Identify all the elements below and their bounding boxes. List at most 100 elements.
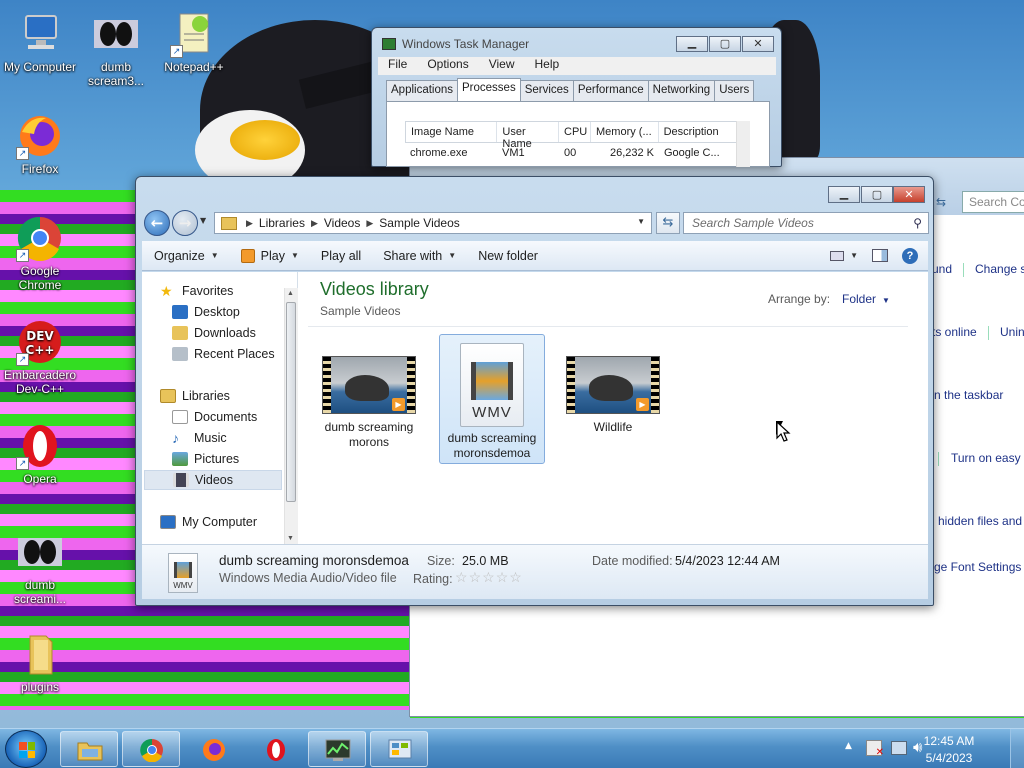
nav-recent-places[interactable]: Recent Places xyxy=(172,344,275,364)
nav-my-computer[interactable]: My Computer xyxy=(160,512,257,532)
menu-file[interactable]: File xyxy=(388,57,407,71)
column-header-description[interactable]: Description xyxy=(659,122,748,142)
refresh-button[interactable]: ⇆ xyxy=(656,212,680,234)
column-header-image-name[interactable]: Image Name xyxy=(406,122,498,142)
nav-videos[interactable]: Videos xyxy=(144,470,282,490)
tab-processes[interactable]: Processes xyxy=(457,78,521,102)
rating-star-icon[interactable]: ☆ xyxy=(509,569,522,585)
back-button[interactable]: ← xyxy=(144,210,170,236)
menu-options[interactable]: Options xyxy=(427,57,468,71)
tab-services[interactable]: Services xyxy=(519,80,574,102)
minimize-button[interactable]: ▁ xyxy=(828,186,860,203)
control-panel-link[interactable]: Change s xyxy=(975,262,1024,276)
tab-applications[interactable]: Applications xyxy=(386,80,459,102)
arrange-by-dropdown[interactable]: Folder ▼ xyxy=(842,292,890,306)
nav-documents[interactable]: Documents xyxy=(172,407,257,427)
file-item[interactable]: ▶ Wildlife xyxy=(560,334,666,464)
desktop-icon-video-shortcut-2[interactable]: dumb screami... xyxy=(0,528,80,606)
change-view-button[interactable]: ▼ xyxy=(824,250,864,261)
rating-stars[interactable]: ☆☆☆☆☆ xyxy=(455,569,523,586)
play-all-button[interactable]: Play all xyxy=(309,249,371,263)
scroll-up-icon[interactable]: ▲ xyxy=(287,290,294,297)
search-icon[interactable]: ⚲ xyxy=(913,216,922,230)
taskbar-explorer[interactable] xyxy=(60,731,118,767)
desktop-icon-devcpp[interactable]: DEV C++ ↗ Embarcadero Dev-C++ xyxy=(0,318,80,396)
control-panel-link[interactable]: ts online xyxy=(932,325,977,339)
desktop-icon-my-computer[interactable]: My Computer xyxy=(0,10,80,74)
minimize-button[interactable]: ▁ xyxy=(676,36,708,52)
new-folder-button[interactable]: New folder xyxy=(466,249,548,263)
maximize-button[interactable]: ▢ xyxy=(861,186,893,203)
show-desktop-button[interactable] xyxy=(1010,729,1024,768)
nav-music[interactable]: ♪ Music xyxy=(172,428,227,448)
task-manager-window[interactable]: Windows Task Manager ▁ ▢ ✕ File Options Vi… xyxy=(371,27,782,167)
show-hidden-icons-button[interactable]: ▲ xyxy=(845,741,852,751)
network-icon[interactable] xyxy=(891,741,907,755)
address-bar[interactable]: ▶ Libraries ▶ Videos ▶ Sample Videos ▼ xyxy=(214,212,652,234)
breadcrumb-libraries[interactable]: Libraries xyxy=(259,216,305,230)
column-header-user-name[interactable]: User Name xyxy=(497,122,560,150)
preview-pane-button[interactable] xyxy=(864,249,896,262)
organize-button[interactable]: Organize ▼ xyxy=(142,249,229,263)
maximize-button[interactable]: ▢ xyxy=(709,36,741,52)
explorer-window[interactable]: ▁ ▢ ✕ ← → ▼ ▶ Libraries ▶ Videos ▶ Sampl… xyxy=(135,176,934,606)
nav-downloads[interactable]: Downloads xyxy=(172,323,256,343)
nav-pictures[interactable]: Pictures xyxy=(172,449,239,469)
desktop-icon-video-shortcut[interactable]: dumb scream3... xyxy=(76,10,156,88)
help-button[interactable]: ? xyxy=(896,247,928,264)
menu-view[interactable]: View xyxy=(489,57,515,71)
taskbar-opera[interactable] xyxy=(246,731,304,767)
breadcrumb-videos[interactable]: Videos xyxy=(324,216,360,230)
close-button[interactable]: ✕ xyxy=(742,36,774,52)
control-panel-icon xyxy=(387,738,413,762)
table-row[interactable]: chrome.exe VM1 00 26,232 K Google C... xyxy=(405,144,749,162)
desktop-icon-google-chrome[interactable]: ↗ Google Chrome xyxy=(0,214,80,292)
search-input[interactable]: Search Sample Videos ⚲ xyxy=(683,212,929,234)
file-item-selected[interactable]: WMV dumb screaming moronsdemoa xyxy=(439,334,545,464)
nav-libraries[interactable]: Libraries xyxy=(160,386,230,406)
rating-star-icon[interactable]: ☆ xyxy=(496,569,509,585)
taskbar-task-manager[interactable] xyxy=(308,731,366,767)
column-header-cpu[interactable]: CPU xyxy=(559,122,592,142)
taskbar-firefox[interactable] xyxy=(184,731,242,767)
desktop-icon-firefox[interactable]: ↗ Firefox xyxy=(0,112,80,176)
forward-button[interactable]: → xyxy=(172,210,198,236)
close-button[interactable]: ✕ xyxy=(893,186,925,203)
desktop-icon-plugins-folder[interactable]: plugins xyxy=(0,630,80,694)
rating-star-icon[interactable]: ☆ xyxy=(469,569,482,585)
taskbar-control-panel[interactable] xyxy=(370,731,428,767)
rating-star-icon[interactable]: ☆ xyxy=(482,569,495,585)
play-button[interactable]: Play ▼ xyxy=(229,248,309,263)
file-item[interactable]: ▶ dumb screaming morons xyxy=(316,334,422,464)
start-button[interactable] xyxy=(5,730,47,768)
breadcrumb-sample-videos[interactable]: Sample Videos xyxy=(379,216,460,230)
desktop-icon-notepad-plus-plus[interactable]: ↗ Notepad++ xyxy=(154,10,234,74)
control-panel-link[interactable]: ge Font Settings xyxy=(934,560,1021,574)
tab-users[interactable]: Users xyxy=(714,80,755,102)
rating-star-icon[interactable]: ☆ xyxy=(455,569,468,585)
action-center-flag-icon[interactable]: ✕ xyxy=(866,740,884,758)
refresh-icon[interactable]: ⇆ xyxy=(936,195,952,211)
desktop-icon-label: Opera xyxy=(23,472,57,486)
control-panel-link[interactable]: hidden files and xyxy=(938,514,1022,528)
address-dropdown-icon[interactable]: ▼ xyxy=(637,217,645,226)
control-panel-link[interactable]: n the taskbar xyxy=(934,388,1003,402)
control-panel-link[interactable]: Turn on easy a xyxy=(951,451,1024,465)
menu-help[interactable]: Help xyxy=(535,57,560,71)
scroll-down-icon[interactable]: ▼ xyxy=(287,535,294,542)
share-with-button[interactable]: Share with ▼ xyxy=(371,249,466,263)
tab-performance[interactable]: Performance xyxy=(572,80,649,102)
clock-date[interactable]: 5/4/2023 xyxy=(920,751,978,765)
control-panel-link[interactable]: und xyxy=(932,262,952,276)
tab-networking[interactable]: Networking xyxy=(647,80,716,102)
control-panel-link[interactable]: Unin xyxy=(1000,325,1024,339)
control-panel-search-input[interactable]: Search Con xyxy=(962,191,1024,213)
nav-desktop[interactable]: Desktop xyxy=(172,302,240,322)
scrollbar-thumb[interactable] xyxy=(286,302,296,502)
clock-time[interactable]: 12:45 AM xyxy=(920,734,978,748)
nav-favorites[interactable]: ★ Favorites xyxy=(160,281,233,301)
desktop-icon-opera[interactable]: ↗ Opera xyxy=(0,422,80,486)
recent-pages-dropdown[interactable]: ▼ xyxy=(200,216,206,225)
taskbar-chrome[interactable] xyxy=(122,731,180,767)
column-header-memory[interactable]: Memory (... xyxy=(591,122,659,142)
